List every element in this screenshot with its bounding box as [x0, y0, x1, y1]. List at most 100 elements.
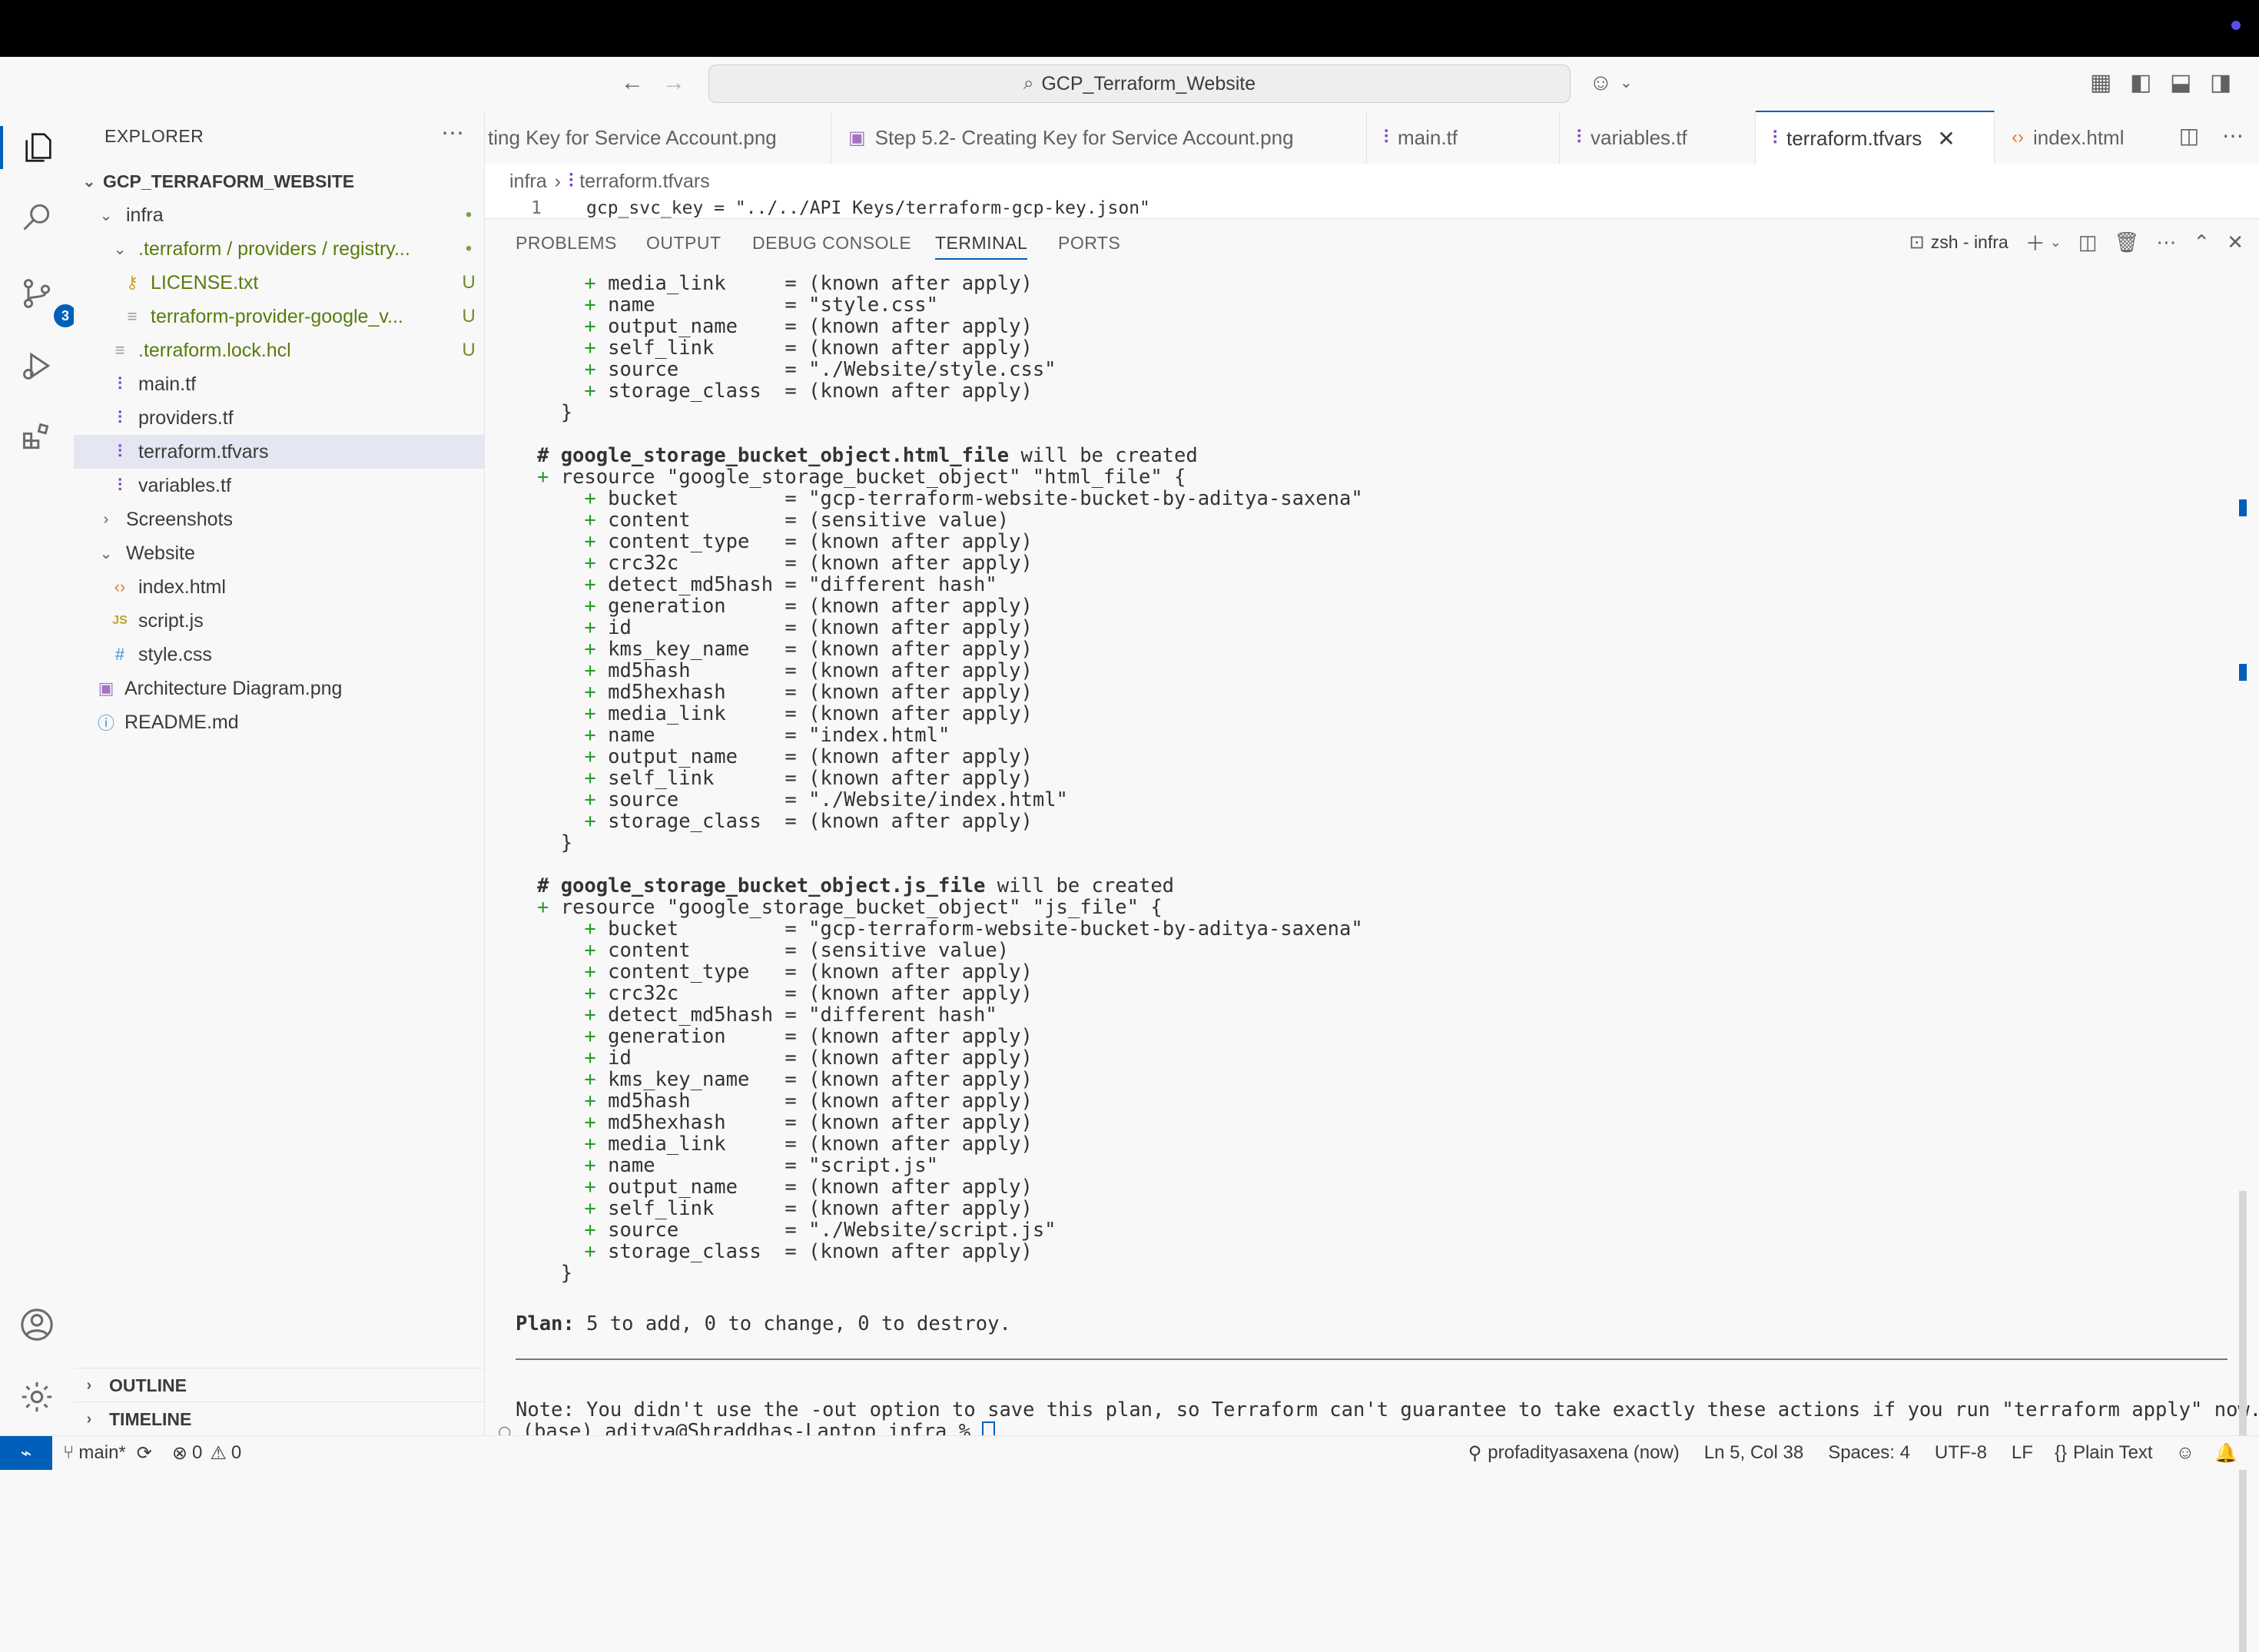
cursor-position[interactable]: Ln 5, Col 38 [1704, 1442, 1803, 1464]
terminal-line: } [537, 1262, 573, 1285]
tree-item-label: variables.tf [138, 474, 231, 496]
tab-main-tf[interactable]: ⫶ main.tf [1367, 111, 1560, 164]
terminal-line: + content_type = (known after apply) [584, 530, 1033, 553]
tab-terminal[interactable]: TERMINAL [935, 233, 1028, 260]
maximize-panel-icon[interactable]: ⌃ [2193, 231, 2210, 254]
account-icon[interactable] [15, 1303, 58, 1346]
new-terminal-icon[interactable]: ＋ [2025, 228, 2045, 257]
tree-item-license[interactable]: ⚷ LICENSE.txt U [74, 266, 484, 300]
tree-item-terraform-tfvars[interactable]: ⫶ terraform.tfvars [74, 435, 484, 469]
tree-item-variables-tf[interactable]: ⫶ variables.tf [74, 469, 484, 503]
terraform-plan-summary: Plan: 5 to add, 0 to change, 0 to destro… [516, 1312, 1011, 1335]
image-icon: ▣ [848, 127, 866, 148]
terminal-shell-name[interactable]: zsh - infra [1931, 232, 2009, 253]
terminal-scrollbar[interactable] [2239, 499, 2247, 1652]
source-control-icon[interactable]: 3 [15, 272, 77, 327]
html-icon: ‹› [2012, 127, 2024, 148]
sync-icon[interactable]: ⟳ [137, 1442, 152, 1465]
line-number: 1 [531, 198, 542, 218]
editor-tabs: ting Key for Service Account.png ▣ Step … [485, 111, 2259, 165]
tree-item-label: Website [126, 542, 195, 564]
warning-count[interactable]: 0 [231, 1442, 241, 1464]
terminal-line: + detect_md5hash = "different hash" [584, 573, 997, 596]
tree-item-label: Screenshots [126, 508, 233, 530]
tree-item-index-html[interactable]: ‹› index.html [74, 570, 484, 604]
back-arrow-icon[interactable]: ← [621, 68, 644, 98]
more-actions-icon[interactable]: ⋯ [2156, 231, 2176, 254]
tree-item-website[interactable]: ⌄ Website [74, 536, 484, 570]
line-ending[interactable]: LF [2012, 1442, 2033, 1464]
warning-icon: ⚠ [210, 1442, 227, 1464]
close-icon[interactable]: ✕ [1937, 126, 1955, 151]
more-actions-icon[interactable]: ⋯ [2222, 124, 2244, 148]
terminal-line: + source = "./Website/index.html" [584, 788, 1068, 811]
error-count[interactable]: 0 [192, 1442, 202, 1464]
branch-icon: ⑂ [63, 1442, 75, 1463]
remote-indicator[interactable]: ⌁ [0, 1436, 52, 1470]
breadcrumb-file[interactable]: terraform.tfvars [579, 171, 709, 193]
settings-gear-icon[interactable] [15, 1375, 58, 1418]
editor-line[interactable]: 1 gcp_svc_key = "../../API Keys/terrafor… [485, 198, 2259, 218]
tab-key-service-account-partial[interactable]: ting Key for Service Account.png [485, 111, 831, 164]
extensions-icon[interactable] [15, 415, 58, 458]
split-terminal-icon[interactable]: ◫ [2078, 231, 2098, 254]
tree-item-label: main.tf [138, 373, 197, 395]
outline-section[interactable]: › OUTLINE [74, 1368, 484, 1402]
timeline-section[interactable]: › TIMELINE [74, 1402, 484, 1436]
toggle-secondary-sidebar-icon[interactable]: ◨ [2210, 68, 2231, 98]
tab-problems[interactable]: PROBLEMS [516, 233, 617, 254]
tree-item-infra[interactable]: ⌄ infra • [74, 198, 484, 232]
split-editor-icon[interactable]: ◫ [2179, 124, 2199, 148]
terraform-icon: ⫶ [1577, 127, 1581, 148]
encoding[interactable]: UTF-8 [1935, 1442, 1987, 1464]
tree-item-lockfile[interactable]: ≡ .terraform.lock.hcl U [74, 333, 484, 367]
tree-item-readme[interactable]: ⓘ README.md [74, 705, 484, 739]
terminal-line: + media_link = (known after apply) [584, 1133, 1033, 1156]
tree-item-screenshots[interactable]: › Screenshots [74, 503, 484, 536]
toggle-panel-icon[interactable]: ⬓ [2170, 68, 2191, 98]
chevron-right-icon: › [86, 1376, 92, 1394]
terminal-line: # google_storage_bucket_object.html_file… [537, 444, 1198, 467]
workspace-root[interactable]: ⌄ GCP_TERRAFORM_WEBSITE [74, 164, 484, 198]
tree-item-main-tf[interactable]: ⫶ main.tf [74, 367, 484, 401]
tab-output[interactable]: OUTPUT [646, 233, 721, 254]
tree-item-architecture-diagram[interactable]: ▣ Architecture Diagram.png [74, 672, 484, 705]
forward-arrow-icon[interactable]: → [662, 68, 685, 98]
css-icon: # [114, 645, 125, 664]
tab-index-html[interactable]: ‹› index.html [1995, 111, 2156, 164]
search-icon[interactable] [15, 195, 58, 238]
tree-item-providers-tf[interactable]: ⫶ providers.tf [74, 401, 484, 435]
git-blame-user[interactable]: profadityasaxena (now) [1488, 1442, 1679, 1464]
copilot-icon[interactable]: ☺ [2176, 1442, 2195, 1464]
terminal-line: + self_link = (known after apply) [584, 767, 1033, 790]
layout-customize-icon[interactable]: ▦ [2090, 68, 2111, 98]
terraform-note: Note: You didn't use the -out option to … [516, 1398, 2259, 1421]
more-actions-icon[interactable]: ⋯ [441, 120, 464, 147]
close-icon[interactable]: ✕ [2227, 231, 2244, 254]
chevron-down-icon[interactable]: ⌄ [2050, 234, 2062, 250]
explorer-icon[interactable] [0, 126, 74, 169]
language-mode[interactable]: Plain Text [2073, 1442, 2153, 1464]
tab-ports[interactable]: PORTS [1058, 233, 1120, 254]
tree-item-provider-binary[interactable]: ≡ terraform-provider-google_v... U [74, 300, 484, 333]
command-center-search[interactable]: ⌕ GCP_Terraform_Website [708, 65, 1571, 103]
terminal-line: + output_name = (known after apply) [584, 1176, 1033, 1199]
tab-step-5-2-image[interactable]: ▣ Step 5.2- Creating Key for Service Acc… [831, 111, 1367, 164]
tab-terraform-tfvars[interactable]: ⫶ terraform.tfvars ✕ [1756, 111, 1995, 164]
tree-item-terraform-providers[interactable]: ⌄ .terraform / providers / registry... • [74, 232, 484, 266]
bell-icon[interactable]: 🔔 [2214, 1442, 2237, 1465]
terminal-output[interactable]: + media_link = (known after apply) + nam… [499, 273, 2259, 1443]
breadcrumb-folder[interactable]: infra [509, 171, 547, 193]
chevron-down-icon[interactable]: ⌄ [1620, 68, 1633, 98]
tree-item-style-css[interactable]: # style.css [74, 638, 484, 672]
indentation[interactable]: Spaces: 4 [1828, 1442, 1910, 1464]
tab-debug-console[interactable]: DEBUG CONSOLE [752, 233, 911, 254]
tab-variables-tf[interactable]: ⫶ variables.tf [1560, 111, 1756, 164]
trash-icon[interactable]: 🗑 [2114, 231, 2139, 254]
chevron-right-icon: › [86, 1410, 92, 1428]
toggle-sidebar-icon[interactable]: ◧ [2130, 68, 2151, 98]
run-debug-icon[interactable] [15, 344, 58, 387]
tree-item-script-js[interactable]: JS script.js [74, 604, 484, 638]
git-branch[interactable]: main* [78, 1442, 125, 1464]
copilot-icon[interactable]: ☺ [1589, 68, 1613, 98]
